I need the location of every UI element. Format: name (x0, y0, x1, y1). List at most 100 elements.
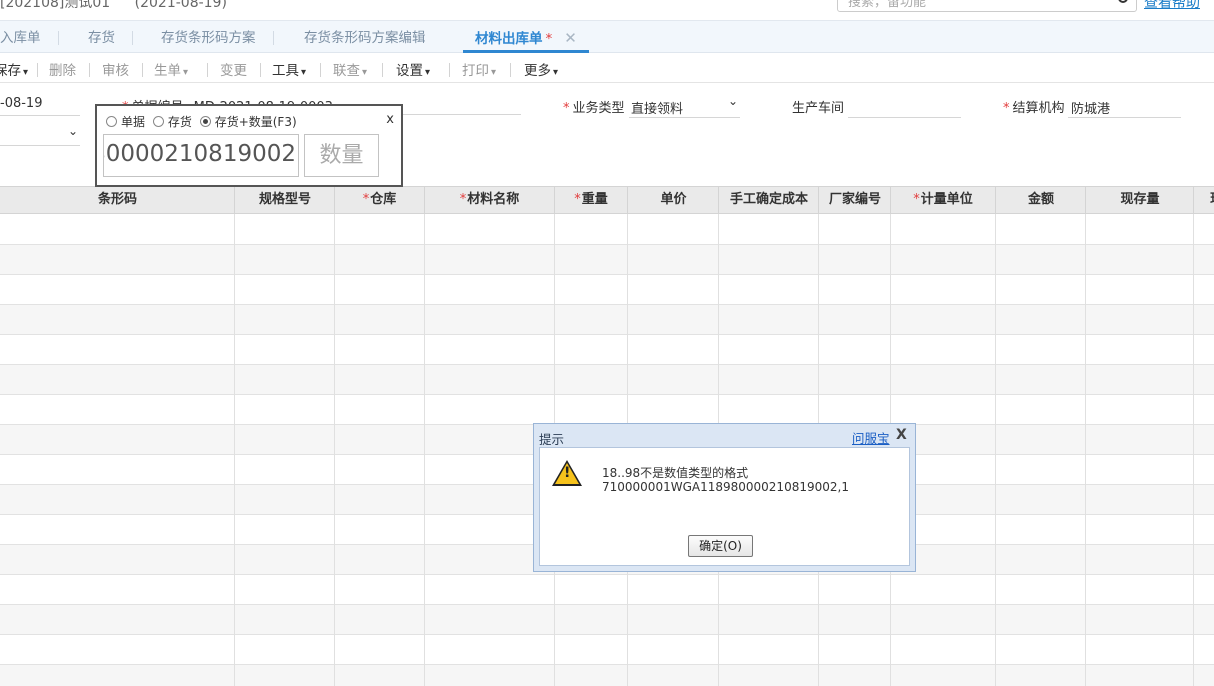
document-tabs: 入库单 存货 存货条形码方案 存货条形码方案编辑 材料出库单 * ✕ (0, 20, 1214, 53)
table-row[interactable] (0, 575, 1214, 605)
col-header-amount[interactable]: 金额 (996, 187, 1086, 214)
table-row[interactable] (0, 605, 1214, 635)
scan-mode-inventory[interactable]: 存货 (152, 115, 192, 129)
tab-material-outbound[interactable]: 材料出库单 * ✕ (463, 21, 589, 53)
tab-barcode-scheme-edit[interactable]: 存货条形码方案编辑 (304, 21, 426, 53)
divider (37, 63, 38, 77)
col-label: 现 (1210, 192, 1214, 207)
close-tab-icon[interactable]: ✕ (564, 29, 577, 47)
quantity-input[interactable]: 数量 (304, 134, 379, 177)
tab-label: 入库单 (0, 30, 41, 46)
col-divider (234, 214, 235, 686)
close-icon[interactable]: X (896, 427, 907, 443)
radio-icon (152, 116, 164, 127)
date-field[interactable]: -08-19 (0, 96, 42, 111)
table-row[interactable] (0, 365, 1214, 395)
col-label: 手工确定成本 (729, 192, 808, 207)
chevron-down-icon[interactable]: ⌄ (728, 94, 738, 108)
close-icon[interactable]: x (386, 112, 394, 127)
unsaved-marker: * (545, 31, 553, 47)
col-header-weight[interactable]: *重量 (555, 187, 628, 214)
col-header-stock-qty[interactable]: 现存量 (1086, 187, 1194, 214)
col-header-material-name[interactable]: *材料名称 (425, 187, 555, 214)
barcode-scan-popup: 单据 存货 存货+数量(F3) x 18980000210819002 数量 (95, 104, 403, 187)
col-header-unit-price[interactable]: 单价 (628, 187, 719, 214)
change-button[interactable]: 变更 (220, 59, 247, 79)
chevron-down-icon[interactable]: ⌄ (68, 124, 78, 138)
col-header-warehouse[interactable]: *仓库 (335, 187, 425, 214)
divider (510, 63, 511, 77)
col-label: 金额 (1027, 192, 1054, 207)
audit-button[interactable]: 审核 (102, 59, 129, 79)
tools-label: 工具 (272, 63, 299, 79)
tab-inbound-order[interactable]: 入库单 (0, 21, 58, 53)
search-icon[interactable] (1118, 0, 1128, 3)
col-divider (424, 214, 425, 686)
col-header-uom[interactable]: *计量单位 (891, 187, 996, 214)
scan-mode-doc[interactable]: 单据 (106, 115, 145, 129)
col-label: 规格型号 (258, 192, 311, 207)
dialog-message-line2: 710000001WGA118980000210819002,1 (602, 480, 849, 494)
table-row[interactable] (0, 305, 1214, 335)
tab-barcode-scheme[interactable]: 存货条形码方案 (161, 21, 273, 53)
settle-org-underline (1068, 117, 1181, 118)
col-header-cut[interactable]: 现 (1194, 187, 1214, 214)
table-row[interactable] (0, 275, 1214, 305)
biz-type-select[interactable]: 直接领料 (631, 98, 683, 117)
required-marker: * (459, 192, 467, 207)
settings-label: 设置 (396, 63, 423, 79)
scan-mode-group: 单据 存货 存货+数量(F3) (106, 113, 297, 130)
col-label: 厂家编号 (828, 192, 881, 207)
table-row[interactable] (0, 665, 1214, 686)
help-assistant-link[interactable]: 问服宝 (852, 428, 890, 447)
col-divider (1085, 214, 1086, 686)
col-label: 重量 (581, 192, 608, 207)
app-header: [202108]测试01 (2021-08-19) 搜索，留功能 查看帮助 (0, 0, 1214, 20)
col-label: 材料名称 (467, 192, 520, 207)
barcode-value: 18980000210819002 (104, 141, 296, 167)
print-menu[interactable]: 打印 ▾ (462, 59, 496, 79)
required-marker: * (362, 192, 370, 207)
save-button[interactable]: 保存 ▾ (0, 59, 28, 79)
barcode-input[interactable]: 18980000210819002 (103, 134, 299, 177)
chevron-down-icon: ▾ (362, 67, 368, 78)
workshop-label: 生产车间 (792, 101, 845, 116)
settings-menu[interactable]: 设置 ▾ (396, 59, 430, 79)
table-row[interactable] (0, 335, 1214, 365)
tab-label: 存货 (88, 30, 115, 46)
generate-button[interactable]: 生单 ▾ (154, 59, 188, 79)
col-label: 单价 (660, 192, 687, 207)
link-query-label: 联查 (333, 63, 360, 79)
table-row[interactable] (0, 395, 1214, 425)
link-query-menu[interactable]: 联查 ▾ (333, 59, 367, 79)
scan-mode-inventory-qty[interactable]: 存货+数量(F3) (199, 115, 297, 129)
tab-inventory[interactable]: 存货 (88, 21, 133, 53)
divider (207, 63, 208, 77)
col-header-barcode[interactable]: 条形码 (0, 187, 235, 214)
chevron-down-icon: ▾ (425, 67, 431, 78)
table-row[interactable] (0, 635, 1214, 665)
print-label: 打印 (462, 63, 489, 79)
radio-label: 存货 (167, 115, 192, 129)
help-link[interactable]: 查看帮助 (1144, 0, 1200, 12)
delete-button[interactable]: 删除 (49, 59, 76, 79)
table-row[interactable] (0, 215, 1214, 245)
biz-type-label: * 业务类型 (563, 101, 625, 116)
table-row[interactable] (0, 245, 1214, 275)
radio-icon (106, 116, 117, 127)
grid-header: 条形码 规格型号 *仓库 *材料名称 *重量 单价 手工确定成本 厂家编号 *计… (0, 186, 1214, 214)
toolbar: 保存 ▾ 删除 审核 生单 ▾ 变更 工具 ▾ 联查 ▾ 设置 ▾ 打印 ▾ 更多 ▾ (0, 53, 1214, 83)
ok-button[interactable]: 确定(O) (688, 535, 753, 557)
col-header-manual-cost[interactable]: 手工确定成本 (719, 187, 819, 214)
settle-org-input[interactable]: 防城港 (1071, 98, 1110, 117)
col-label: 条形码 (97, 192, 137, 207)
more-menu[interactable]: 更多 ▾ (524, 59, 558, 79)
global-search-input[interactable]: 搜索，留功能 (837, 0, 1137, 12)
biz-type-label-text: 业务类型 (572, 101, 625, 116)
col-header-spec[interactable]: 规格型号 (235, 187, 335, 214)
tab-label: 材料出库单 (475, 31, 543, 47)
org-date: (2021-08-19) (134, 0, 227, 11)
tools-menu[interactable]: 工具 ▾ (272, 59, 306, 79)
col-header-vendor-no[interactable]: 厂家编号 (819, 187, 891, 214)
dialog-message-line1: 18..98不是数值类型的格式 (602, 466, 749, 480)
